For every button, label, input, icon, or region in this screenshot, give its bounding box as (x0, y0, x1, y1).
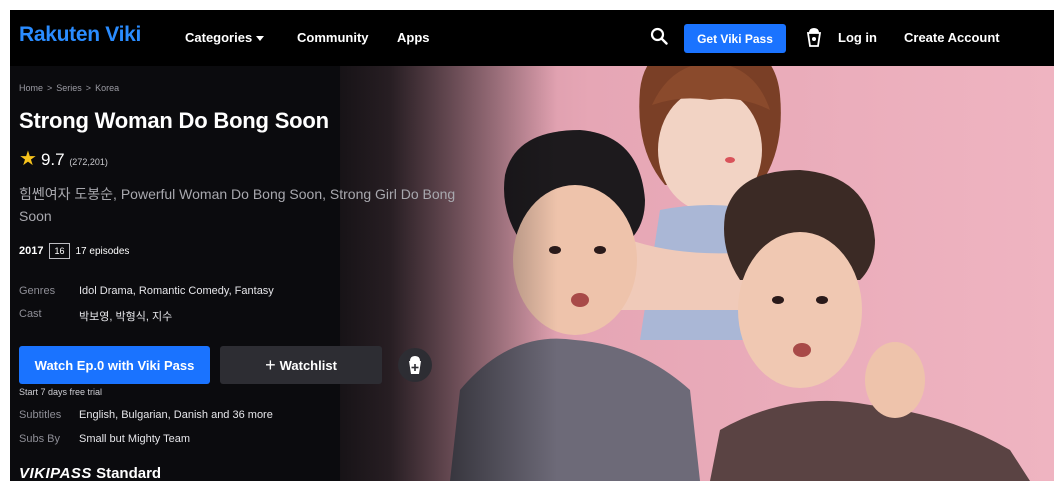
genres-value[interactable]: Idol Drama, Romantic Comedy, Fantasy (79, 285, 274, 297)
age-rating-badge: 16 (49, 243, 70, 259)
nav-apps[interactable]: Apps (397, 30, 430, 45)
subs-by-value[interactable]: Small but Mighty Team (79, 433, 190, 445)
cup-icon[interactable] (806, 27, 822, 47)
watchlist-label: Watchlist (279, 357, 337, 373)
cup-plus-icon (409, 356, 421, 374)
breadcrumb: Home > Series > Korea (19, 83, 119, 93)
subtitles-label: Subtitles (19, 409, 62, 421)
trial-note: Start 7 days free trial (19, 387, 103, 397)
episode-count: 17 episodes (75, 245, 130, 257)
plus-icon: + (265, 354, 276, 375)
rating: ★ 9.7 (272,201) (19, 146, 108, 171)
breadcrumb-separator: > (85, 83, 92, 93)
breadcrumb-home[interactable]: Home (19, 83, 43, 93)
nav-community[interactable]: Community (297, 30, 369, 45)
rating-value: 9.7 (40, 150, 65, 169)
breadcrumb-separator: > (47, 83, 53, 93)
show-meta: 2017 16 17 episodes (19, 243, 129, 259)
get-viki-pass-button[interactable]: Get Viki Pass (684, 24, 786, 53)
nav-categories[interactable]: Categories (185, 30, 265, 45)
site-logo[interactable]: Rakuten Viki (19, 23, 141, 47)
search-icon[interactable] (650, 27, 668, 45)
show-title: Strong Woman Do Bong Soon (19, 108, 329, 133)
login-link[interactable]: Log in (838, 30, 877, 45)
vikipass-brand: VIKIPASS (19, 465, 92, 481)
app-window: Rakuten Viki Categories Community Apps G… (10, 10, 1054, 481)
alternate-titles: 힘쎈여자 도봉순, Powerful Woman Do Bong Soon, S… (19, 186, 456, 224)
release-year: 2017 (19, 245, 44, 257)
rating-count: (272,201) (69, 157, 108, 167)
cast-value[interactable]: 박보영, 박형식, 지수 (79, 308, 172, 324)
watch-button[interactable]: Watch Ep.0 with Viki Pass (19, 346, 210, 384)
cast-label: Cast (19, 308, 42, 320)
subs-by-label: Subs By (19, 433, 60, 445)
create-account-link[interactable]: Create Account (904, 30, 1000, 45)
vikipass-plan: VIKIPASS Standard (19, 465, 161, 481)
nav-categories-label: Categories (185, 30, 253, 45)
chevron-down-icon (256, 36, 265, 42)
subtitles-row: Subtitles English, Bulgarian, Danish and… (19, 409, 273, 421)
collection-button[interactable] (398, 348, 432, 382)
breadcrumb-korea[interactable]: Korea (95, 83, 119, 93)
subs-by-row: Subs By Small but Mighty Team (19, 433, 190, 445)
breadcrumb-series[interactable]: Series (56, 83, 82, 93)
watchlist-button[interactable]: + Watchlist (220, 346, 382, 384)
genres-label: Genres (19, 285, 56, 297)
genres-row: Genres Idol Drama, Romantic Comedy, Fant… (19, 285, 274, 297)
star-icon: ★ (19, 148, 37, 170)
cast-row: Cast 박보영, 박형식, 지수 (19, 308, 172, 324)
vikipass-tier: Standard (96, 465, 162, 481)
top-nav: Rakuten Viki Categories Community Apps G… (10, 10, 1054, 66)
subtitles-value[interactable]: English, Bulgarian, Danish and 36 more (79, 409, 273, 421)
